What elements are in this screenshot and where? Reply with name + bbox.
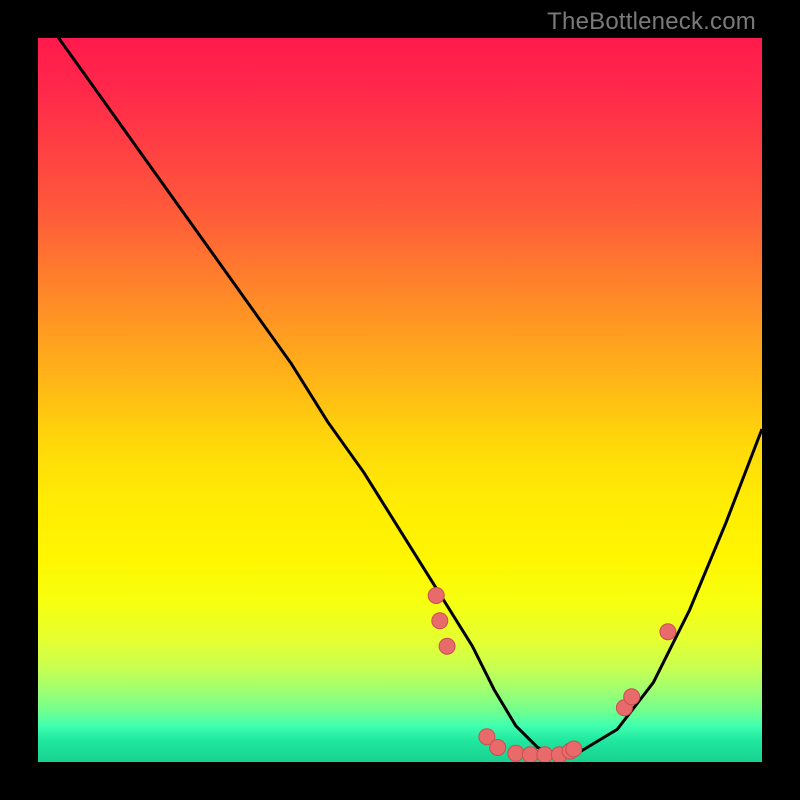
data-dot xyxy=(566,741,582,757)
chart-plot-area xyxy=(38,38,762,762)
bottleneck-curve-svg xyxy=(38,38,762,762)
bottleneck-curve-path xyxy=(38,38,762,755)
data-dot xyxy=(624,689,640,705)
data-dot xyxy=(439,638,455,654)
data-dot xyxy=(508,745,524,761)
data-dot xyxy=(428,588,444,604)
data-dot xyxy=(479,729,495,745)
data-dot xyxy=(616,700,632,716)
data-dots-group xyxy=(428,588,676,763)
data-dot xyxy=(660,624,676,640)
data-dot xyxy=(522,747,538,762)
watermark-text: TheBottleneck.com xyxy=(547,8,756,36)
data-dot xyxy=(537,747,553,762)
data-dot xyxy=(562,743,578,759)
data-dot xyxy=(551,747,567,762)
data-dot xyxy=(432,613,448,629)
data-dot xyxy=(490,740,506,756)
